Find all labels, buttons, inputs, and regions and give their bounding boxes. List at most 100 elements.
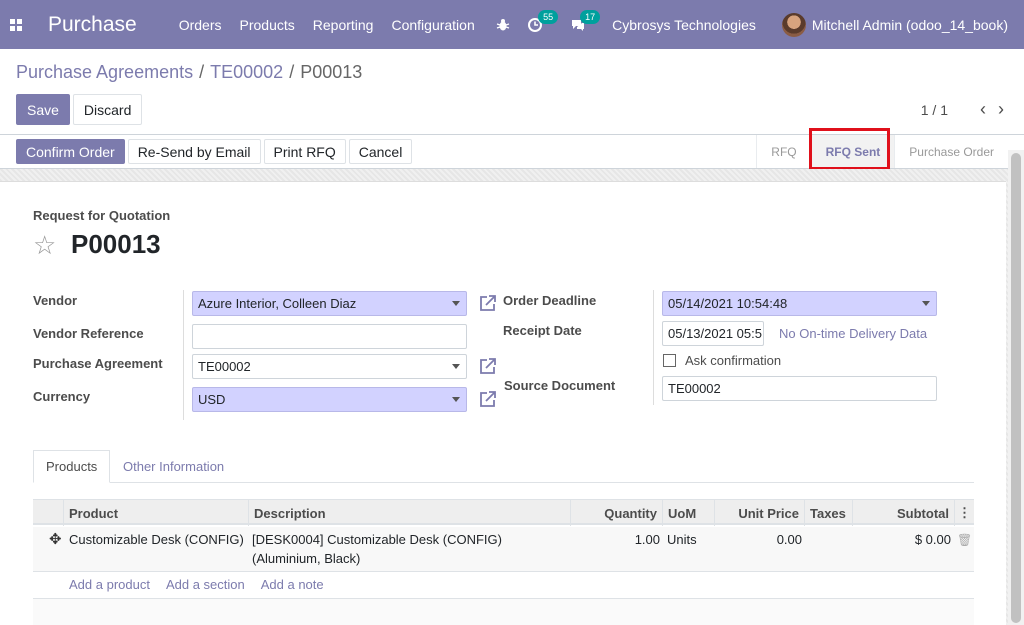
messages-chat-icon[interactable]: 17 xyxy=(570,9,601,32)
discard-button[interactable]: Discard xyxy=(72,94,143,125)
vendor-field[interactable]: Azure Interior, Colleen Diaz xyxy=(192,291,467,316)
field-separator xyxy=(653,290,654,405)
document-type-label: Request for Quotation xyxy=(33,208,171,223)
add-section-link[interactable]: Add a section xyxy=(166,577,245,592)
line-description[interactable]: [DESK0004] Customizable Desk (CONFIG) (A… xyxy=(252,530,502,568)
user-menu[interactable]: Mitchell Admin (odoo_14_book) xyxy=(812,17,1008,33)
line-product[interactable]: Customizable Desk (CONFIG) xyxy=(69,530,244,549)
table-header: Product Description Quantity UoM Unit Pr… xyxy=(33,499,974,526)
optional-columns-icon[interactable]: ⋮ xyxy=(954,500,974,526)
vertical-scrollbar[interactable] xyxy=(1008,150,1024,625)
chevron-left-icon[interactable]: ‹ xyxy=(980,99,986,120)
cancel-button[interactable]: Cancel xyxy=(348,139,413,164)
purchase-agreement-field[interactable]: TE00002 xyxy=(192,354,467,379)
tab-other-information[interactable]: Other Information xyxy=(111,450,236,483)
stage-purchase-order[interactable]: Purchase Order xyxy=(894,135,1008,168)
column-quantity[interactable]: Quantity xyxy=(570,500,662,526)
order-deadline-label: Order Deadline xyxy=(503,293,597,308)
receipt-date-label: Receipt Date xyxy=(503,323,582,338)
star-icon[interactable]: ☆ xyxy=(33,232,56,258)
statusbar-buttons: Confirm Order Re-Send by Email Print RFQ… xyxy=(16,139,415,164)
currency-field[interactable]: USD xyxy=(192,387,467,412)
add-line-links: Add a product Add a section Add a note xyxy=(69,577,340,592)
drag-handle-icon[interactable]: ✥ xyxy=(49,530,62,549)
receipt-date-input[interactable]: 05/13/2021 05:5 xyxy=(662,321,764,346)
activity-badge: 55 xyxy=(538,9,559,24)
column-uom[interactable]: UoM xyxy=(662,500,714,526)
form-statusbar: Confirm Order Re-Send by Email Print RFQ… xyxy=(0,134,1024,169)
vendor-label: Vendor xyxy=(33,293,78,308)
chevron-down-icon[interactable] xyxy=(452,397,460,402)
form-buttons: Save Discard xyxy=(16,94,145,125)
column-subtotal[interactable]: Subtotal xyxy=(852,500,954,526)
debug-bug-icon[interactable] xyxy=(496,18,510,32)
ask-confirmation-checkbox[interactable] xyxy=(663,354,676,367)
chevron-down-icon[interactable] xyxy=(452,364,460,369)
column-unit-price[interactable]: Unit Price xyxy=(714,500,804,526)
status-stages: RFQ RFQ Sent Purchase Order xyxy=(756,135,1008,168)
line-description-1: [DESK0004] Customizable Desk (CONFIG) xyxy=(252,532,502,547)
menu-orders[interactable]: Orders xyxy=(179,17,222,33)
line-unit-price[interactable]: 0.00 xyxy=(714,530,802,549)
line-subtotal: $ 0.00 xyxy=(914,532,951,547)
menu-configuration[interactable]: Configuration xyxy=(391,17,474,33)
table-footer xyxy=(33,598,974,625)
print-rfq-button[interactable]: Print RFQ xyxy=(263,139,346,164)
breadcrumb-agreement[interactable]: TE00002 xyxy=(210,62,283,83)
apps-menu-icon[interactable] xyxy=(0,0,32,49)
stage-rfq[interactable]: RFQ xyxy=(756,135,810,168)
purchase-agreement-value: TE00002 xyxy=(198,359,251,374)
add-note-link[interactable]: Add a note xyxy=(261,577,324,592)
user-avatar[interactable] xyxy=(781,12,806,37)
resend-email-button[interactable]: Re-Send by Email xyxy=(127,139,261,164)
column-taxes[interactable]: Taxes xyxy=(804,500,852,526)
tab-products[interactable]: Products xyxy=(33,450,111,483)
breadcrumb: Purchase Agreements / TE00002 / P00013 xyxy=(16,62,362,83)
menu-products[interactable]: Products xyxy=(240,17,295,33)
trash-icon[interactable]: 🗑 xyxy=(957,531,972,550)
save-button[interactable]: Save xyxy=(16,94,70,125)
table-row[interactable]: ✥ Customizable Desk (CONFIG) [DESK0004] … xyxy=(33,527,974,572)
activity-clock-icon[interactable]: 55 xyxy=(528,9,559,32)
source-document-input[interactable]: TE00002 xyxy=(662,376,937,401)
line-quantity[interactable]: 1.00 xyxy=(570,530,660,549)
confirm-order-button[interactable]: Confirm Order xyxy=(16,139,125,164)
purchase-agreement-label: Purchase Agreement xyxy=(33,356,163,371)
ask-confirmation-label: Ask confirmation xyxy=(685,353,782,368)
app-title[interactable]: Purchase xyxy=(48,13,137,37)
chevron-down-icon[interactable] xyxy=(922,301,930,306)
stage-rfq-sent[interactable]: RFQ Sent xyxy=(810,135,895,168)
order-deadline-field[interactable]: 05/14/2021 10:54:48 xyxy=(662,291,937,316)
document-name: P00013 xyxy=(71,229,161,259)
external-link-icon[interactable] xyxy=(479,357,497,375)
line-description-2: (Aluminium, Black) xyxy=(252,551,361,566)
breadcrumb-purchase-agreements[interactable]: Purchase Agreements xyxy=(16,62,193,83)
breadcrumb-separator: / xyxy=(289,62,295,82)
pager: 1 / 1 ‹ › xyxy=(921,99,1004,120)
currency-label: Currency xyxy=(33,389,91,404)
column-description[interactable]: Description xyxy=(248,500,570,526)
notebook-tabs: Products Other Information xyxy=(33,450,974,483)
source-document-label: Source Document xyxy=(504,378,616,393)
main-menu: Orders Products Reporting Configuration xyxy=(179,17,493,33)
company-switcher[interactable]: Cybrosys Technologies xyxy=(612,17,756,33)
chevron-right-icon[interactable]: › xyxy=(998,99,1004,120)
pager-value[interactable]: 1 / 1 xyxy=(921,102,948,118)
chevron-down-icon[interactable] xyxy=(452,301,460,306)
field-separator xyxy=(183,290,184,420)
scrollbar-thumb[interactable] xyxy=(1011,153,1021,623)
column-product[interactable]: Product xyxy=(63,500,248,526)
external-link-icon[interactable] xyxy=(479,294,497,312)
order-deadline-value: 05/14/2021 10:54:48 xyxy=(668,296,788,311)
add-product-link[interactable]: Add a product xyxy=(69,577,150,592)
top-navbar: Purchase Orders Products Reporting Confi… xyxy=(0,0,1024,49)
breadcrumb-separator: / xyxy=(199,62,205,82)
vendor-value: Azure Interior, Colleen Diaz xyxy=(198,296,357,311)
systray: 55 17 Cybrosys Technologies Mitchell Adm… xyxy=(496,0,1024,49)
external-link-icon[interactable] xyxy=(479,390,497,408)
currency-value: USD xyxy=(198,392,226,407)
line-uom[interactable]: Units xyxy=(667,530,697,549)
vendor-reference-label: Vendor Reference xyxy=(33,326,144,341)
menu-reporting[interactable]: Reporting xyxy=(313,17,374,33)
vendor-reference-input[interactable] xyxy=(192,324,467,349)
